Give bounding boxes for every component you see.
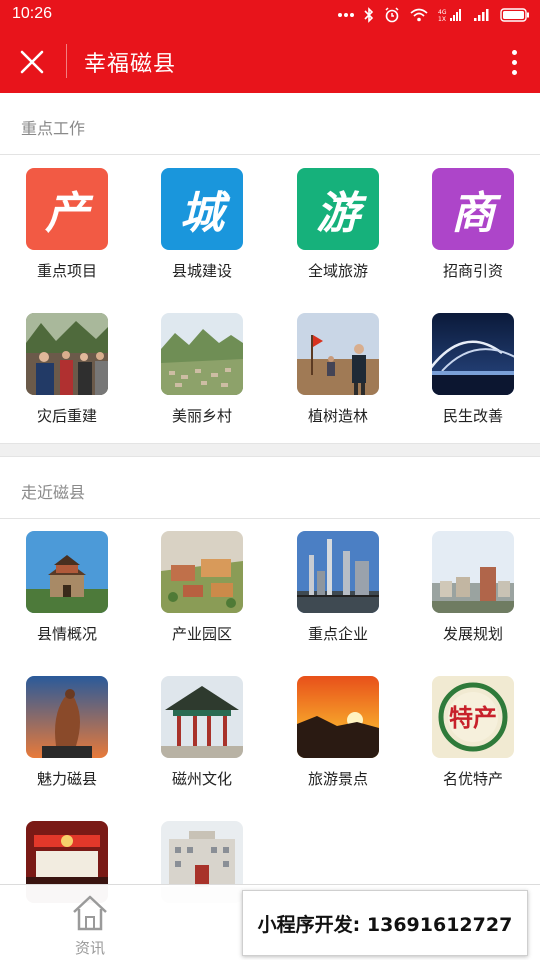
close-icon	[20, 50, 44, 74]
alarm-icon	[385, 7, 399, 23]
status-time: 10:26	[12, 5, 53, 22]
more-dot	[511, 59, 517, 65]
more-notifications-icon	[338, 13, 354, 17]
icon-glyph: 游	[316, 188, 360, 239]
tile-scenic-spots[interactable]: 旅游景点	[278, 676, 398, 806]
tile-label: 重点企业	[307, 625, 368, 643]
tile-afforestation[interactable]: 植树造林	[278, 313, 398, 443]
valley-village-photo	[161, 313, 243, 395]
tile-label: 魅力磁县	[36, 770, 97, 788]
tile-investment[interactable]: 商 招商引资	[413, 168, 533, 298]
tile-key-enterprises[interactable]: 重点企业	[278, 531, 398, 661]
tile-development-plan[interactable]: 发展规划	[413, 531, 533, 661]
pavilion-photo	[161, 676, 243, 758]
tile-label: 重点项目	[36, 262, 97, 280]
promo-banner[interactable]: 小程序开发: 13691612727	[242, 890, 528, 956]
bluetooth-icon	[364, 7, 374, 23]
tile-cizhou-culture[interactable]: 磁州文化	[142, 676, 262, 806]
shang-icon: 商	[432, 168, 514, 250]
cheng-icon: 城	[161, 168, 243, 250]
promo-text: 小程序开发: 13691612727	[257, 913, 513, 936]
more-options-button[interactable]	[502, 42, 526, 82]
more-dot	[511, 49, 517, 55]
section-header-key-work: 重点工作	[0, 93, 540, 155]
nav-label: 资讯	[74, 939, 105, 957]
section-title: 走近磁县	[21, 483, 86, 502]
nav-item-news[interactable]: 资讯	[62, 893, 118, 957]
section-title: 重点工作	[21, 119, 86, 138]
tile-key-projects[interactable]: 产 重点项目	[7, 168, 127, 298]
tree-planting-photo	[297, 313, 379, 395]
app-header: 10:26 4G 1X 幸福磁县	[0, 0, 540, 93]
tile-tourism[interactable]: 游 全域旅游	[278, 168, 398, 298]
wifi-icon	[410, 8, 428, 22]
close-button[interactable]	[12, 42, 52, 82]
tile-label: 旅游景点	[307, 770, 368, 788]
icon-glyph: 城	[180, 188, 224, 239]
signal-4g-icon: 4G1X	[438, 9, 461, 22]
arch-bridge-night-photo	[432, 313, 514, 395]
tile-label: 产业园区	[171, 625, 232, 643]
tile-label: 植树造林	[307, 407, 368, 425]
tile-label: 名优特产	[442, 770, 503, 788]
tile-specialties[interactable]: 特产 名优特产	[413, 676, 533, 806]
specialty-seal-photo: 特产	[432, 676, 514, 758]
tile-label: 发展规划	[442, 625, 503, 643]
icon-glyph: 产	[45, 188, 89, 239]
home-icon	[73, 895, 107, 931]
industrial-park-model-photo	[161, 531, 243, 613]
tile-beautiful-village[interactable]: 美丽乡村	[142, 313, 262, 443]
battery-icon	[500, 8, 529, 22]
refinery-photo	[297, 531, 379, 613]
tile-label: 全域旅游	[307, 262, 368, 280]
you-icon: 游	[297, 168, 379, 250]
svg-text:1X: 1X	[438, 16, 446, 22]
tile-label: 美丽乡村	[171, 407, 232, 425]
tile-label: 灾后重建	[36, 407, 97, 425]
more-dot	[511, 69, 517, 75]
tile-livelihood[interactable]: 民生改善	[413, 313, 533, 443]
section-header-know-cixian: 走近磁县	[0, 457, 540, 519]
tile-label: 县城建设	[171, 262, 232, 280]
tile-county-overview[interactable]: 县情概况	[7, 531, 127, 661]
tile-county-construction[interactable]: 城 县城建设	[142, 168, 262, 298]
city-skyline-photo	[432, 531, 514, 613]
tile-label: 磁州文化	[171, 770, 232, 788]
signal-icon	[474, 9, 489, 21]
section-divider	[0, 443, 540, 457]
page-title: 幸福磁县	[84, 52, 177, 77]
tile-industrial-park[interactable]: 产业园区	[142, 531, 262, 661]
chan-icon: 产	[26, 168, 108, 250]
tile-label: 民生改善	[442, 407, 503, 425]
title-divider	[66, 44, 67, 78]
sculpture-sunset-photo	[26, 676, 108, 758]
tile-reconstruction[interactable]: 灾后重建	[7, 313, 127, 443]
icon-glyph: 商	[451, 188, 495, 239]
seal-lettering: 特产	[449, 703, 497, 732]
tile-charming-cixian[interactable]: 魅力磁县	[7, 676, 127, 806]
gate-tower-photo	[26, 531, 108, 613]
title-bar: 幸福磁县	[0, 30, 540, 93]
crowd-photo	[26, 313, 108, 395]
svg-text:4G: 4G	[438, 9, 447, 16]
status-bar: 10:26 4G 1X	[0, 0, 540, 30]
status-icons: 4G 1X	[338, 6, 530, 24]
tile-label: 招商引资	[442, 262, 503, 280]
tile-label: 县情概况	[36, 625, 97, 643]
sunset-mountain-photo	[297, 676, 379, 758]
